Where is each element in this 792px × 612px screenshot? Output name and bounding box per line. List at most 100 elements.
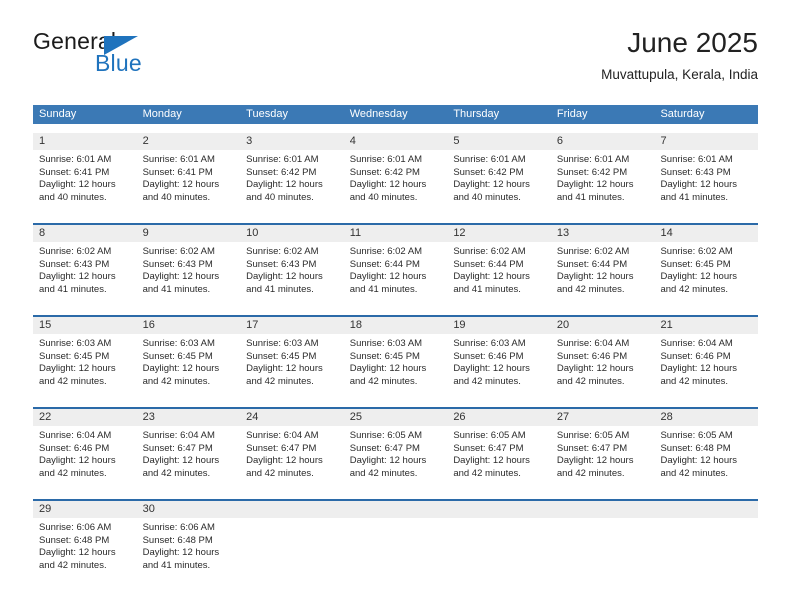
day-number[interactable]: 8 [33, 225, 137, 242]
day-number[interactable]: 2 [137, 133, 241, 150]
sunset-text: Sunset: 6:43 PM [660, 166, 731, 178]
day-number[interactable]: 9 [137, 225, 241, 242]
day-cell[interactable]: Sunrise: 6:01 AM Sunset: 6:41 PM Dayligh… [137, 150, 241, 214]
day-number[interactable]: 18 [344, 317, 448, 334]
title-block: June 2025 Muvattupula, Kerala, India [601, 26, 758, 85]
week-daynumber-band: 22 23 24 25 26 27 28 [33, 409, 758, 426]
sunset-text: Sunset: 6:41 PM [39, 166, 110, 178]
day-cell[interactable]: Sunrise: 6:04 AM Sunset: 6:47 PM Dayligh… [137, 426, 241, 490]
daylight-text: Daylight: 12 hours and 40 minutes. [39, 179, 116, 203]
sunrise-text: Sunrise: 6:03 AM [453, 338, 526, 349]
day-number[interactable]: 10 [240, 225, 344, 242]
day-number[interactable]: 23 [137, 409, 241, 426]
day-cell[interactable]: Sunrise: 6:03 AM Sunset: 6:45 PM Dayligh… [33, 334, 137, 398]
day-number[interactable]: 15 [33, 317, 137, 334]
day-cell[interactable]: Sunrise: 6:04 AM Sunset: 6:46 PM Dayligh… [33, 426, 137, 490]
day-number[interactable]: 5 [447, 133, 551, 150]
sunset-text: Sunset: 6:44 PM [556, 258, 628, 270]
day-number[interactable]: 16 [137, 317, 241, 334]
day-number[interactable]: 21 [654, 317, 758, 334]
day-cell[interactable]: Sunrise: 6:02 AM Sunset: 6:45 PM Dayligh… [654, 242, 758, 306]
day-number[interactable]: 4 [344, 133, 448, 150]
day-number[interactable]: 14 [654, 225, 758, 242]
day-cell[interactable]: Sunrise: 6:05 AM Sunset: 6:47 PM Dayligh… [344, 426, 448, 490]
day-cell[interactable]: Sunrise: 6:03 AM Sunset: 6:46 PM Dayligh… [447, 334, 551, 398]
day-cell[interactable]: Sunrise: 6:03 AM Sunset: 6:45 PM Dayligh… [240, 334, 344, 398]
day-number[interactable]: 11 [344, 225, 448, 242]
day-cell[interactable]: Sunrise: 6:03 AM Sunset: 6:45 PM Dayligh… [137, 334, 241, 398]
daylight-text: Daylight: 12 hours and 41 minutes. [660, 179, 738, 203]
day-cell[interactable]: Sunrise: 6:05 AM Sunset: 6:48 PM Dayligh… [654, 426, 758, 490]
day-cell[interactable]: Sunrise: 6:01 AM Sunset: 6:43 PM Dayligh… [654, 150, 758, 214]
day-cell[interactable]: Sunrise: 6:02 AM Sunset: 6:44 PM Dayligh… [447, 242, 551, 306]
day-number[interactable]: 22 [33, 409, 137, 426]
day-number[interactable]: 13 [551, 225, 655, 242]
day-number[interactable]: 26 [447, 409, 551, 426]
weekday-header-thursday: Thursday [453, 108, 500, 120]
daylight-text: Daylight: 12 hours and 40 minutes. [142, 179, 220, 203]
daylight-text: Daylight: 12 hours and 41 minutes. [39, 271, 116, 295]
daylight-text: Daylight: 12 hours and 41 minutes. [246, 271, 323, 295]
sunrise-text: Sunrise: 6:04 AM [246, 430, 319, 441]
day-cell[interactable]: Sunrise: 6:05 AM Sunset: 6:47 PM Dayligh… [447, 426, 551, 490]
sunrise-text: Sunrise: 6:04 AM [39, 430, 112, 441]
daylight-text: Daylight: 12 hours and 42 minutes. [142, 455, 220, 479]
day-number-empty [344, 501, 448, 518]
daylight-text: Daylight: 12 hours and 42 minutes. [246, 363, 323, 387]
day-cell[interactable]: Sunrise: 6:01 AM Sunset: 6:42 PM Dayligh… [344, 150, 448, 214]
week-row: 8 9 10 11 12 13 14 Sunrise: 6:02 AM Suns… [33, 223, 758, 306]
sunset-text: Sunset: 6:44 PM [349, 258, 420, 270]
day-number[interactable]: 25 [344, 409, 448, 426]
sunrise-text: Sunrise: 6:04 AM [556, 338, 630, 349]
day-cell[interactable]: Sunrise: 6:01 AM Sunset: 6:41 PM Dayligh… [33, 150, 137, 214]
weekday-header-tuesday: Tuesday [246, 108, 288, 120]
day-cell[interactable]: Sunrise: 6:04 AM Sunset: 6:47 PM Dayligh… [240, 426, 344, 490]
day-number[interactable]: 27 [551, 409, 655, 426]
brand-logo[interactable]: General Blue [33, 28, 243, 88]
day-number[interactable]: 30 [137, 501, 241, 518]
sunset-text: Sunset: 6:45 PM [246, 350, 317, 362]
day-number[interactable]: 17 [240, 317, 344, 334]
sunset-text: Sunset: 6:42 PM [556, 166, 628, 178]
daylight-text: Daylight: 12 hours and 42 minutes. [39, 455, 116, 479]
day-number[interactable]: 28 [654, 409, 758, 426]
day-cell[interactable]: Sunrise: 6:02 AM Sunset: 6:43 PM Dayligh… [240, 242, 344, 306]
sunrise-text: Sunrise: 6:05 AM [349, 430, 423, 441]
day-cell[interactable]: Sunrise: 6:03 AM Sunset: 6:45 PM Dayligh… [344, 334, 448, 398]
daylight-text: Daylight: 12 hours and 42 minutes. [556, 271, 634, 295]
sunset-text: Sunset: 6:48 PM [142, 534, 213, 546]
day-cell[interactable]: Sunrise: 6:06 AM Sunset: 6:48 PM Dayligh… [137, 518, 241, 582]
day-number[interactable]: 7 [654, 133, 758, 150]
day-cell[interactable]: Sunrise: 6:02 AM Sunset: 6:43 PM Dayligh… [33, 242, 137, 306]
sunset-text: Sunset: 6:46 PM [453, 350, 524, 362]
day-number[interactable]: 12 [447, 225, 551, 242]
daylight-text: Daylight: 12 hours and 40 minutes. [453, 179, 530, 203]
day-cell[interactable]: Sunrise: 6:04 AM Sunset: 6:46 PM Dayligh… [551, 334, 655, 398]
sunset-text: Sunset: 6:46 PM [39, 442, 110, 454]
day-cell[interactable]: Sunrise: 6:01 AM Sunset: 6:42 PM Dayligh… [551, 150, 655, 214]
day-number[interactable]: 1 [33, 133, 137, 150]
day-number[interactable]: 3 [240, 133, 344, 150]
day-number[interactable]: 20 [551, 317, 655, 334]
daylight-text: Daylight: 12 hours and 41 minutes. [556, 179, 634, 203]
day-cell[interactable]: Sunrise: 6:01 AM Sunset: 6:42 PM Dayligh… [240, 150, 344, 214]
day-number[interactable]: 24 [240, 409, 344, 426]
day-cell[interactable]: Sunrise: 6:02 AM Sunset: 6:43 PM Dayligh… [137, 242, 241, 306]
day-cell[interactable]: Sunrise: 6:05 AM Sunset: 6:47 PM Dayligh… [551, 426, 655, 490]
day-number[interactable]: 19 [447, 317, 551, 334]
day-cell[interactable]: Sunrise: 6:02 AM Sunset: 6:44 PM Dayligh… [344, 242, 448, 306]
day-cell[interactable]: Sunrise: 6:04 AM Sunset: 6:46 PM Dayligh… [654, 334, 758, 398]
week-daynumber-band: 1 2 3 4 5 6 7 [33, 133, 758, 150]
day-cell[interactable]: Sunrise: 6:06 AM Sunset: 6:48 PM Dayligh… [33, 518, 137, 582]
day-number-empty [654, 501, 758, 518]
weekday-header-friday: Friday [556, 108, 588, 120]
sunset-text: Sunset: 6:42 PM [349, 166, 420, 178]
day-cell[interactable]: Sunrise: 6:02 AM Sunset: 6:44 PM Dayligh… [551, 242, 655, 306]
day-number[interactable]: 6 [551, 133, 655, 150]
sunrise-text: Sunrise: 6:02 AM [142, 246, 215, 257]
day-cell[interactable]: Sunrise: 6:01 AM Sunset: 6:42 PM Dayligh… [447, 150, 551, 214]
sunrise-text: Sunrise: 6:01 AM [39, 154, 112, 165]
day-number[interactable]: 29 [33, 501, 137, 518]
sunset-text: Sunset: 6:42 PM [453, 166, 524, 178]
weekday-header-wednesday: Wednesday [349, 108, 408, 120]
